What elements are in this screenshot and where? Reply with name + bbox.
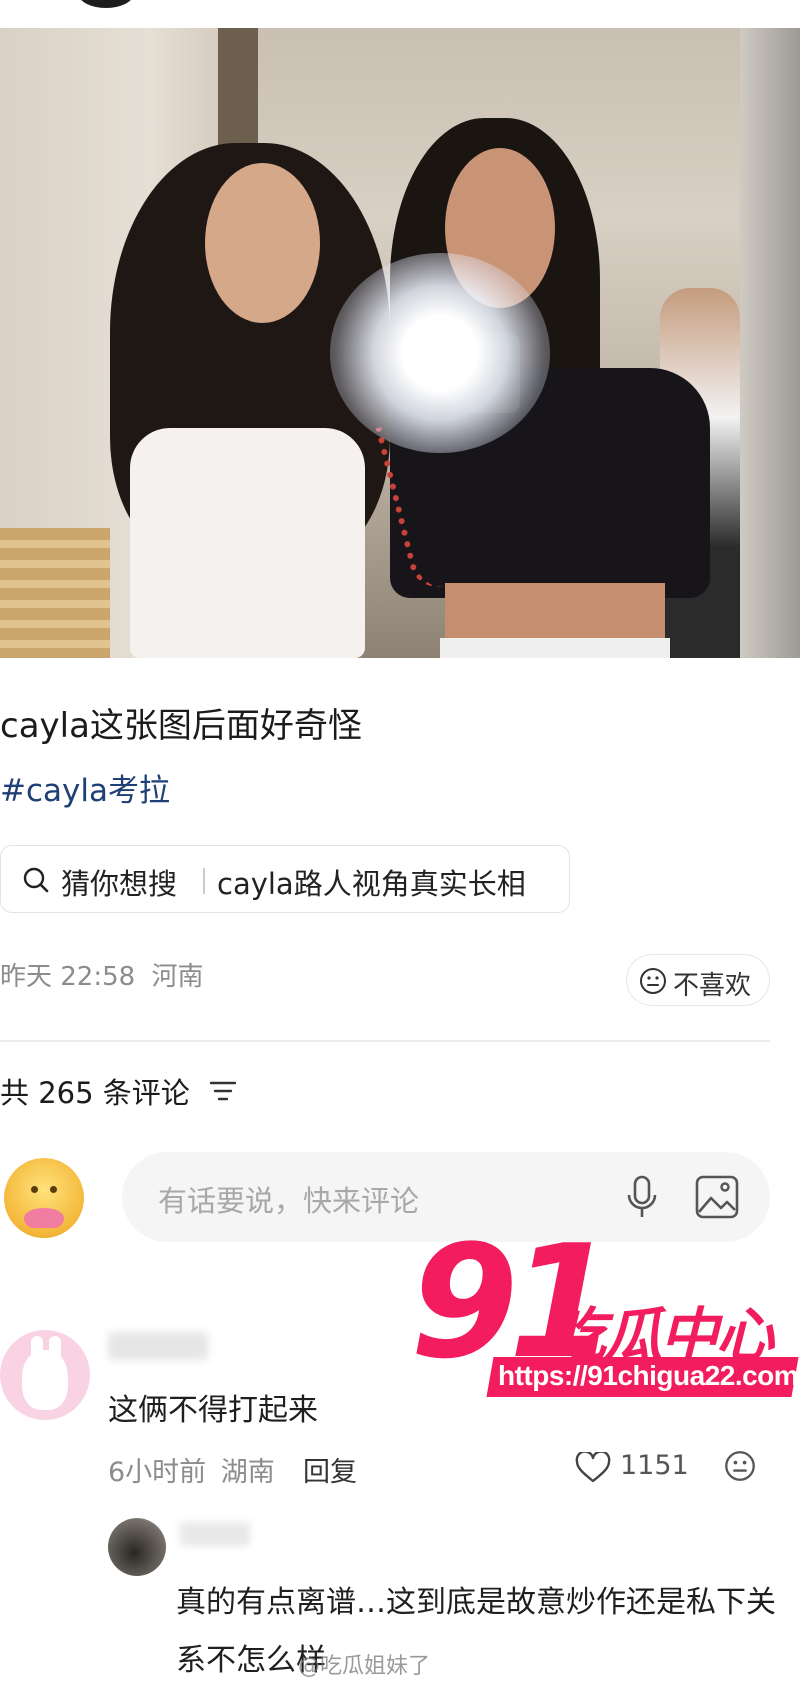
dislike-button[interactable]: 不喜欢 [626,954,770,1006]
top-bar [0,0,800,28]
dislike-label: 不喜欢 [673,971,752,1001]
author-avatar[interactable] [78,0,134,8]
heart-icon[interactable] [575,1452,611,1484]
post-meta: 昨天 22:58 河南 [0,956,203,993]
reply-author-name-blurred[interactable] [180,1522,250,1546]
sort-icon[interactable] [208,1078,238,1104]
comment-meta: 6小时前 湖南 [108,1450,275,1489]
site-watermark: 91 吃瓜中心 https://91chigua22.com [410,1224,799,1432]
commenter-name-blurred[interactable] [108,1332,208,1360]
post-title: cayla这张图后面好奇怪 [0,706,362,746]
post-hashtag[interactable]: #cayla考拉 [0,765,170,810]
image-icon[interactable] [694,1174,740,1220]
comment-count: 共 265 条评论 [0,1076,190,1110]
comment-time: 6小时前 [108,1457,207,1488]
search-icon [23,867,49,893]
lotus-icon [24,1208,64,1228]
reply-text: 真的有点离谱…这到底是故意炒作还是私下关系不怎么样 [176,1585,776,1678]
emoji-react-icon[interactable] [724,1450,756,1482]
guess-search-term[interactable]: cayla路人视角真实长相 [217,861,526,903]
guess-search-label: 猜你想搜 [61,867,178,901]
separator [203,868,205,894]
divider [0,1040,770,1042]
watermark-url: https://91chigua22.com [498,1360,799,1391]
current-user-avatar[interactable] [4,1158,84,1238]
commenter-avatar[interactable] [0,1330,90,1420]
like-count: 1151 [620,1450,689,1481]
guess-search-box[interactable]: 猜你想搜 cayla路人视角真实长相 [0,845,570,913]
post-time: 昨天 22:58 [0,962,136,992]
comment-text: 这俩不得打起来 [108,1393,318,1428]
post-location: 河南 [151,962,204,992]
post-photo[interactable] [0,28,800,658]
reply-button[interactable]: 回复 [303,1450,357,1489]
comment-input-placeholder: 有话要说，快来评论 [158,1184,420,1218]
comment-location: 湖南 [220,1457,275,1488]
neutral-face-icon [640,968,666,994]
reply-author-avatar[interactable] [108,1518,166,1576]
bunny-icon [22,1350,68,1410]
weibo-watermark: @吃瓜姐妹了 [298,1654,431,1679]
microphone-icon[interactable] [622,1174,662,1220]
